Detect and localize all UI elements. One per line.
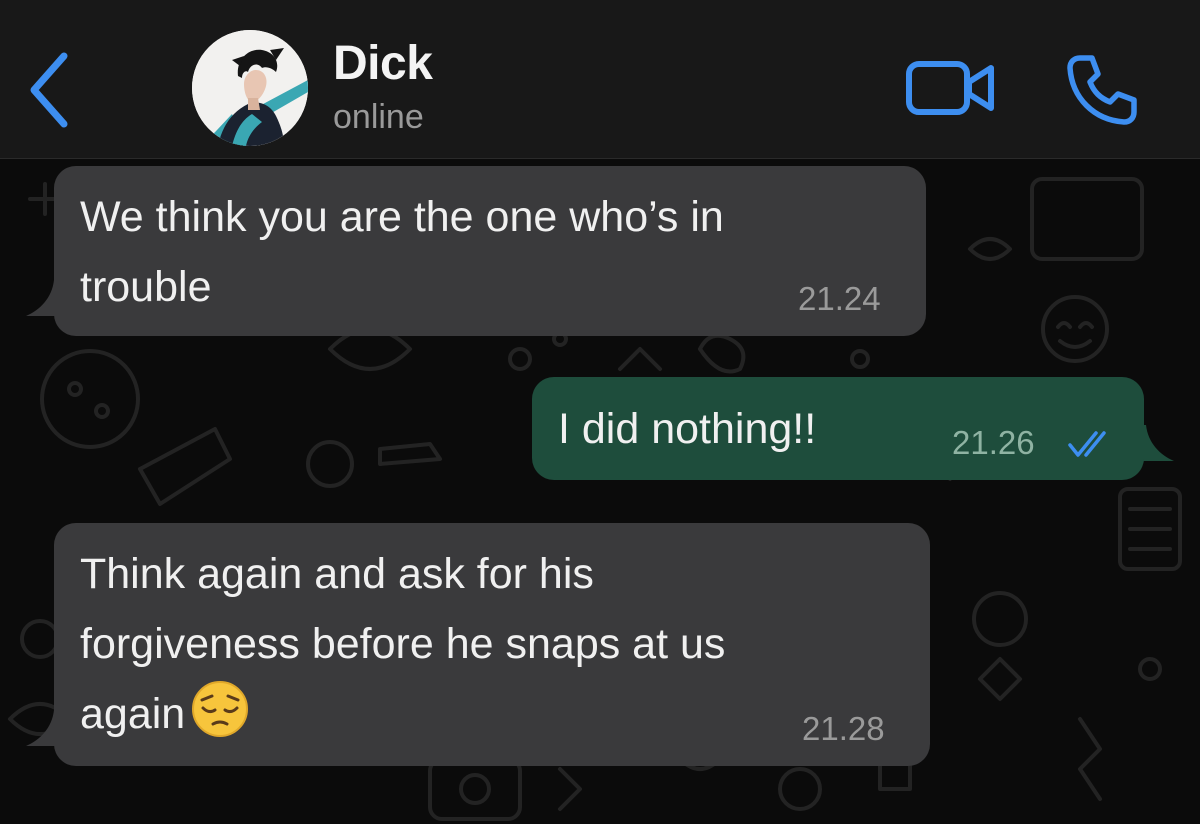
chevron-left-icon — [30, 52, 68, 128]
message-bubble-incoming[interactable]: We think you are the one who’s in troubl… — [54, 166, 926, 336]
message-timestamp: 21.26 — [952, 424, 1035, 461]
message-bubble-outgoing[interactable]: I did nothing!! 21.26 — [532, 377, 1144, 480]
message-bubble-incoming[interactable]: Think again and ask for his forgiveness … — [54, 523, 930, 766]
pensive-face-emoji — [191, 680, 249, 738]
message-text-content: Think again and ask for his forgiveness … — [80, 550, 726, 738]
avatar-image — [192, 30, 308, 146]
message-timestamp: 21.28 — [802, 710, 885, 747]
contact-status: online — [333, 98, 424, 136]
double-check-read-icon — [1068, 431, 1106, 457]
message-text: We think you are the one who’s in troubl… — [80, 193, 724, 311]
message-text: I did nothing!! — [558, 405, 817, 453]
voice-call-button[interactable] — [1066, 52, 1140, 126]
video-camera-icon — [906, 61, 994, 115]
message-text: Think again and ask for his forgiveness … — [80, 539, 725, 749]
contact-name[interactable]: Dick — [333, 36, 433, 91]
back-button[interactable] — [20, 48, 80, 132]
chat-header: Dick online — [0, 0, 1200, 159]
video-call-button[interactable] — [905, 58, 997, 118]
phone-icon — [1067, 55, 1137, 125]
message-timestamp: 21.24 — [798, 280, 881, 317]
avatar[interactable] — [192, 30, 308, 146]
